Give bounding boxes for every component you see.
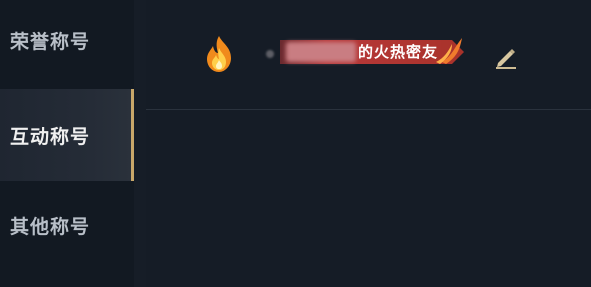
pencil-edit-icon[interactable]	[491, 42, 521, 72]
titles-panel: 荣誉称号 互动称号 其他称号 的火热密友	[0, 0, 591, 287]
sidebar-divider	[134, 0, 146, 287]
blurred-mark	[266, 50, 274, 58]
row-divider	[146, 109, 591, 110]
sidebar-item-other-titles[interactable]: 其他称号	[0, 198, 134, 252]
flame-icon	[202, 34, 236, 74]
sidebar-item-interaction-titles[interactable]: 互动称号	[0, 89, 134, 181]
sidebar-item-label: 荣誉称号	[10, 30, 91, 53]
banner-title-text: 的火热密友	[358, 43, 439, 61]
main-content: 的火热密友	[146, 0, 591, 287]
title-banner: 的火热密友	[266, 36, 470, 68]
sidebar: 荣誉称号 互动称号 其他称号	[0, 0, 134, 287]
sidebar-item-label: 其他称号	[10, 215, 91, 238]
title-row[interactable]: 的火热密友	[146, 22, 591, 92]
sidebar-item-label: 互动称号	[10, 125, 91, 148]
blurred-friend-name	[286, 42, 356, 62]
sidebar-item-honor-titles[interactable]: 荣誉称号	[0, 14, 134, 66]
